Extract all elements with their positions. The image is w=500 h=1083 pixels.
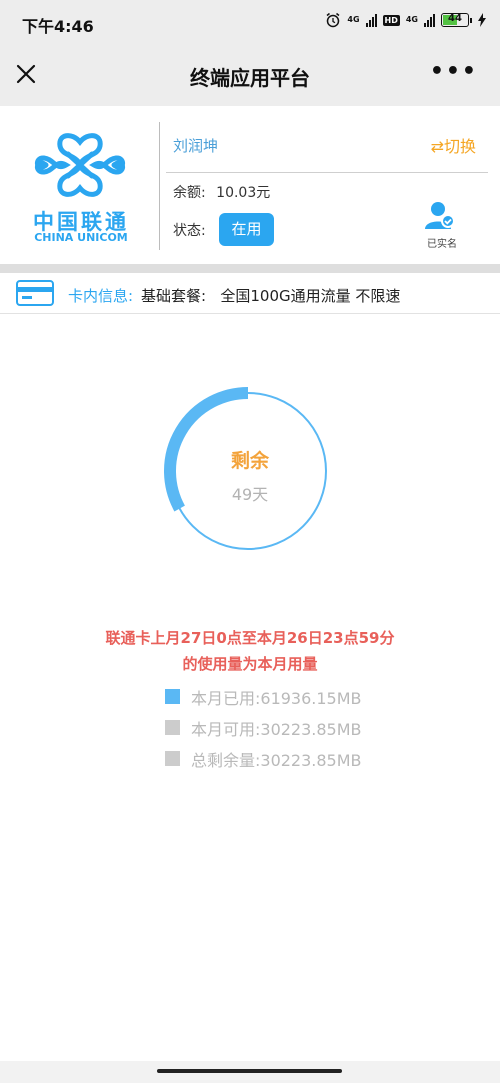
legend-swatch: [165, 720, 180, 735]
ring-days: 49天: [231, 485, 269, 504]
alarm-icon: [326, 12, 340, 28]
ring-title: 剩余: [230, 450, 269, 472]
legend-item-available: 本月可用:30223.85MB: [165, 712, 362, 743]
legend-swatch: [165, 689, 180, 704]
page-title: 终端应用平台: [190, 66, 310, 90]
usage-legend: 本月已用:61936.15MB 本月可用:30223.85MB 总剩余量:302…: [165, 681, 362, 774]
legend-text: 总剩余量:30223.85MB: [191, 750, 362, 770]
network-tag-1: 4G: [347, 15, 360, 24]
card-icon: [16, 280, 54, 306]
status-badge: 在用: [219, 213, 274, 246]
card-info-value: 基础套餐: 全国100G通用流量 不限速: [141, 287, 401, 305]
balance-value: 10.03元: [216, 185, 271, 201]
legend-text: 本月已用:61936.15MB: [191, 688, 362, 708]
signal-icon: [365, 13, 377, 27]
card-info-row: 卡内信息: 基础套餐: 全国100G通用流量 不限速: [0, 273, 500, 314]
more-icon[interactable]: •••: [430, 61, 478, 83]
status-bar: 下午4:46 4G HD 4G 44: [0, 0, 500, 44]
legend-text: 本月可用:30223.85MB: [191, 719, 362, 739]
balance-row: 余额: 10.03元: [173, 182, 270, 202]
balance-label: 余额:: [173, 185, 206, 201]
usage-note-line2: 的使用量为本月用量: [182, 655, 318, 673]
status-time: 下午4:46: [22, 17, 94, 36]
logo-text-en: CHINA UNICOM: [34, 231, 128, 244]
hd-badge: HD: [382, 14, 400, 26]
home-indicator[interactable]: [157, 1069, 342, 1073]
usage-note-line1: 联通卡上月27日0点至本月26日23点59分: [105, 629, 395, 647]
charging-icon: [478, 13, 486, 27]
switch-button[interactable]: ⇄切换: [431, 133, 476, 157]
user-name: 刘润坤: [173, 137, 219, 155]
battery-level: 44: [448, 13, 462, 24]
card-info-label: 卡内信息:: [68, 287, 134, 305]
card-separator: [166, 172, 488, 173]
verified-user-icon: [425, 202, 455, 229]
signal-icon-2: [424, 13, 435, 27]
network-tag-2: 4G: [405, 15, 418, 24]
legend-swatch: [165, 751, 180, 766]
battery-icon: 44: [441, 13, 472, 27]
legend-item-total-remaining: 总剩余量:30223.85MB: [165, 743, 362, 774]
status-label: 状态:: [173, 223, 206, 239]
verified-label: 已实名: [427, 239, 457, 250]
legend-item-used: 本月已用:61936.15MB: [165, 681, 362, 712]
china-unicom-logo-icon: [35, 133, 125, 197]
status-icons: 4G HD 4G 44: [325, 12, 486, 28]
nav-bar: 终端应用平台 •••: [0, 44, 500, 106]
card-divider: [159, 122, 160, 250]
section-divider: [0, 264, 500, 273]
